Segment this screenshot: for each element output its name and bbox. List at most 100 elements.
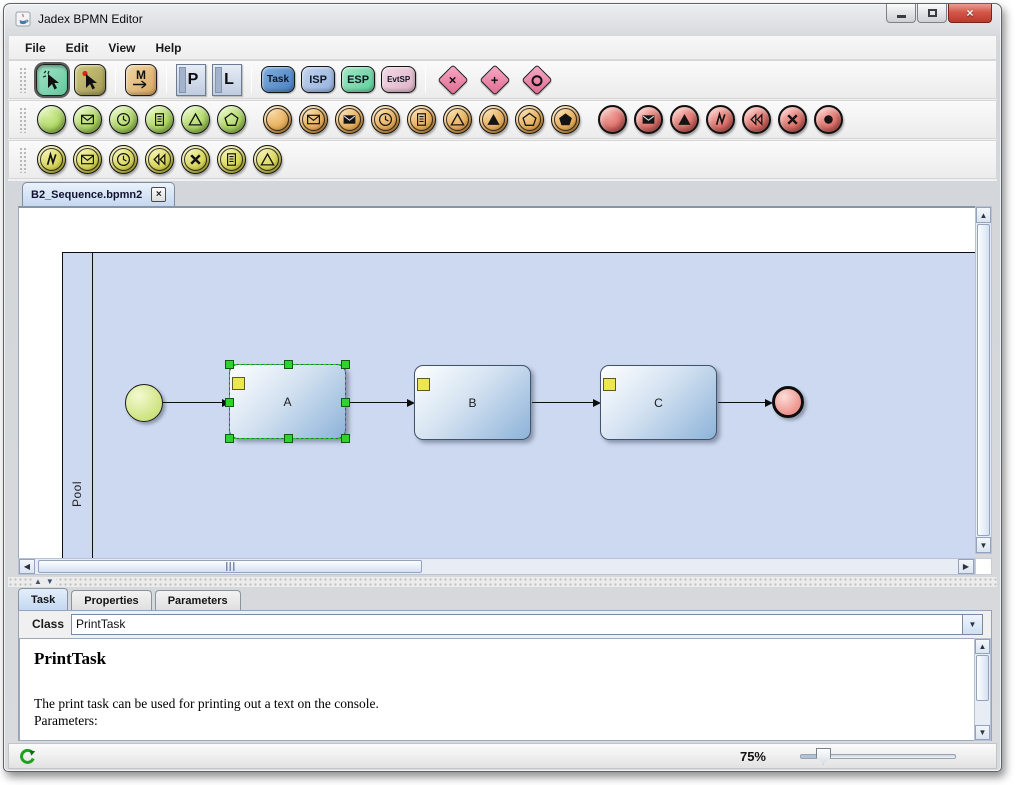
toolbar-grip[interactable] (19, 67, 26, 93)
envelope-filled-icon (341, 111, 358, 128)
close-button[interactable]: × (948, 4, 992, 23)
splitter-collapse-up-icon[interactable]: ▲ (34, 577, 42, 586)
zoom-slider[interactable] (800, 748, 956, 765)
tab-properties[interactable]: Properties (71, 590, 151, 610)
end-compensation-event-tool[interactable] (742, 105, 771, 134)
class-combobox[interactable]: PrintTask ▼ (71, 614, 983, 635)
select-tool-button[interactable] (36, 64, 68, 96)
toolbar-grip[interactable] (19, 107, 26, 133)
boundary-compensation-event-tool[interactable] (145, 145, 174, 174)
boundary-cancel-event-tool[interactable] (181, 145, 210, 174)
toolbar-grip[interactable] (19, 147, 26, 173)
boundary-rule-event-tool[interactable] (217, 145, 246, 174)
intermediate-multiple-catch-event-tool[interactable] (515, 105, 544, 134)
canvas-vertical-scrollbar[interactable]: ▲ ▼ (975, 206, 992, 554)
canvas-horizontal-scrollbar[interactable]: ◀ ▶ (18, 558, 975, 575)
task-node-b[interactable]: B (414, 365, 531, 440)
start-rule-event-tool[interactable] (145, 105, 174, 134)
intermediate-signal-throw-event-tool[interactable] (479, 105, 508, 134)
resize-handle-ne[interactable] (341, 360, 350, 369)
end-event-tool[interactable] (598, 105, 627, 134)
horizontal-scroll-thumb[interactable] (38, 560, 422, 573)
sequence-edge-c-end[interactable] (718, 402, 765, 403)
resize-handle-sw[interactable] (225, 434, 234, 443)
lightning-icon (712, 111, 729, 128)
intermediate-event-tool[interactable] (263, 105, 292, 134)
minimize-button[interactable] (886, 4, 916, 23)
scroll-up-button[interactable]: ▲ (976, 207, 991, 223)
resize-handle-s[interactable] (284, 434, 293, 443)
gateway-and-tool-button[interactable]: + (477, 62, 513, 98)
task-node-a[interactable]: A (229, 364, 346, 439)
intermediate-message-catch-event-tool[interactable] (299, 105, 328, 134)
scroll-down-button[interactable]: ▼ (976, 537, 991, 553)
pool-header[interactable]: Pool (63, 253, 93, 558)
zoom-slider-thumb[interactable] (816, 748, 831, 765)
start-multiple-event-tool[interactable] (217, 105, 246, 134)
task-tool-button[interactable]: Task (261, 66, 295, 93)
vertical-scroll-thumb[interactable] (977, 224, 990, 536)
scroll-left-button[interactable]: ◀ (19, 559, 35, 574)
app-window: Jadex BPMN Editor × File Edit View Help (3, 3, 1002, 772)
sequence-edge-a-b[interactable] (346, 402, 407, 403)
pool-tool-button[interactable]: P (176, 64, 206, 96)
resize-handle-n[interactable] (284, 360, 293, 369)
tab-task[interactable]: Task (18, 588, 68, 610)
intermediate-signal-catch-event-tool[interactable] (443, 105, 472, 134)
message-edge-tool-button[interactable]: M (125, 64, 157, 96)
classloader-refresh-icon (19, 748, 36, 765)
splitter-collapse-down-icon[interactable]: ▼ (46, 577, 54, 586)
tab-parameters[interactable]: Parameters (155, 590, 241, 610)
tab-close-button[interactable]: × (151, 187, 166, 202)
intermediate-multiple-throw-event-tool[interactable] (551, 105, 580, 134)
end-error-event-tool[interactable] (706, 105, 735, 134)
start-event-node[interactable] (125, 384, 163, 422)
doc-vertical-scrollbar[interactable]: ▲ ▼ (974, 638, 991, 741)
menu-edit[interactable]: Edit (56, 38, 99, 58)
intermediate-message-throw-event-tool[interactable] (335, 105, 364, 134)
diagram-canvas[interactable]: Pool A B (18, 206, 975, 558)
internal-subprocess-tool-button[interactable]: ISP (301, 66, 335, 93)
boundary-signal-event-tool[interactable] (253, 145, 282, 174)
tab-b2-sequence[interactable]: B2_Sequence.bpmn2 × (22, 182, 175, 206)
titlebar[interactable]: Jadex BPMN Editor × (4, 4, 1001, 34)
start-timer-event-tool[interactable] (109, 105, 138, 134)
end-event-node[interactable] (772, 386, 804, 418)
start-message-event-tool[interactable] (73, 105, 102, 134)
resize-handle-e[interactable] (341, 398, 350, 407)
external-subprocess-tool-button[interactable]: ESP (341, 66, 375, 93)
resize-handle-nw[interactable] (225, 360, 234, 369)
intermediate-timer-event-tool[interactable] (371, 105, 400, 134)
end-cancel-event-tool[interactable] (778, 105, 807, 134)
boundary-message-event-tool[interactable] (73, 145, 102, 174)
sequence-edge-start-a[interactable] (163, 402, 222, 403)
end-signal-event-tool[interactable] (670, 105, 699, 134)
maximize-button[interactable] (917, 4, 947, 23)
scroll-down-button[interactable]: ▼ (975, 725, 990, 740)
message-edge-label: M (136, 70, 146, 80)
boundary-error-event-tool[interactable] (37, 145, 66, 174)
event-subprocess-tool-button[interactable]: EvtSP (381, 66, 416, 93)
task-node-c[interactable]: C (600, 365, 717, 440)
panel-splitter[interactable]: ▲ ▼ (8, 577, 997, 587)
combobox-dropdown-button[interactable]: ▼ (962, 615, 982, 634)
end-terminate-event-tool[interactable] (814, 105, 843, 134)
scroll-up-button[interactable]: ▲ (975, 639, 990, 654)
connection-tool-button[interactable] (74, 64, 106, 96)
resize-handle-se[interactable] (341, 434, 350, 443)
scroll-right-button[interactable]: ▶ (958, 559, 974, 574)
intermediate-rule-event-tool[interactable] (407, 105, 436, 134)
resize-handle-w[interactable] (225, 398, 234, 407)
menu-view[interactable]: View (98, 38, 145, 58)
start-event-tool[interactable] (37, 105, 66, 134)
vertical-scroll-thumb[interactable] (976, 655, 989, 701)
menu-file[interactable]: File (15, 38, 56, 58)
gateway-xor-tool-button[interactable]: × (435, 62, 471, 98)
menu-help[interactable]: Help (145, 38, 191, 58)
lane-tool-button[interactable]: L (212, 64, 242, 96)
gateway-or-tool-button[interactable] (519, 62, 555, 98)
end-message-event-tool[interactable] (634, 105, 663, 134)
start-signal-event-tool[interactable] (181, 105, 210, 134)
sequence-edge-b-c[interactable] (532, 402, 593, 403)
boundary-timer-event-tool[interactable] (109, 145, 138, 174)
